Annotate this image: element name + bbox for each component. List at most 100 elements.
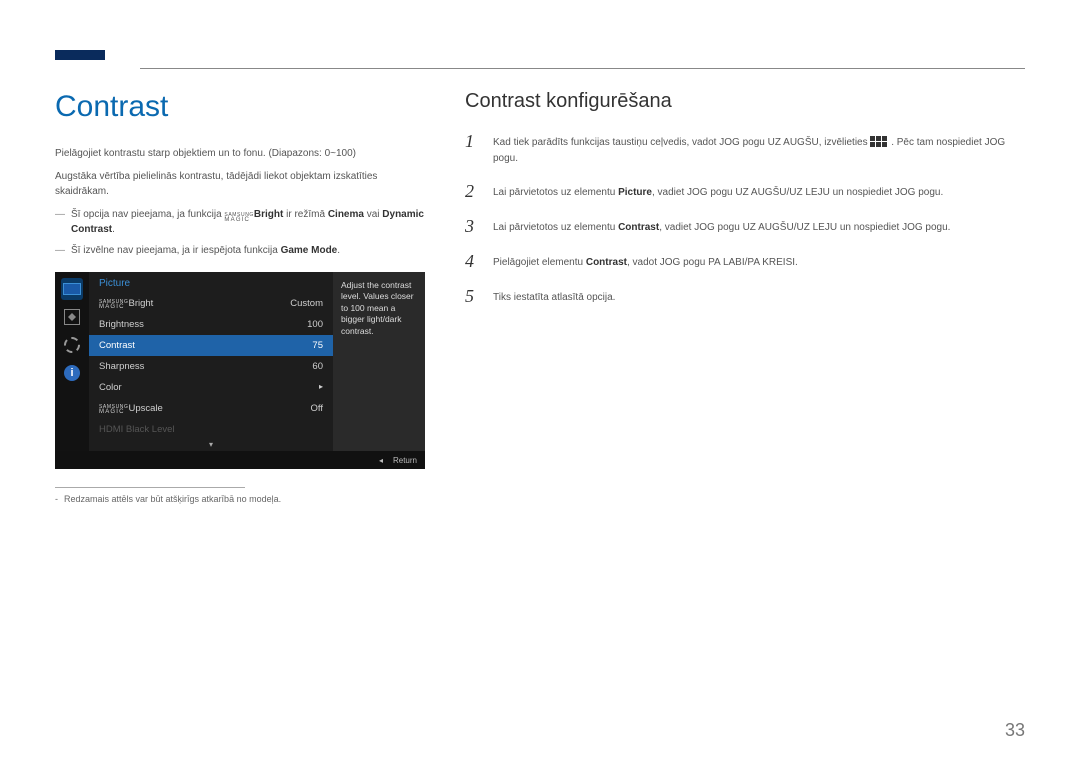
chevron-down-icon[interactable]: ▾ bbox=[89, 440, 333, 451]
sidebar-picture-icon[interactable] bbox=[61, 278, 83, 300]
accent-bar bbox=[55, 50, 105, 60]
row-label: Contrast bbox=[99, 340, 135, 351]
step-3-contrast: Contrast bbox=[618, 222, 659, 233]
note-2-end: . bbox=[337, 245, 340, 256]
step-4-a: Pielāgojiet elementu bbox=[493, 257, 586, 268]
osd-sidebar: i bbox=[55, 272, 89, 451]
step-1-a: Kad tiek parādīts funkcijas taustiņu ceļ… bbox=[493, 137, 870, 148]
row-label: Brightness bbox=[99, 319, 144, 330]
step-text: Lai pārvietotos uz elementu Contrast, va… bbox=[493, 216, 950, 237]
step-2: 2 Lai pārvietotos uz elementu Picture, v… bbox=[465, 181, 1025, 202]
nav-left-icon[interactable]: ◂ bbox=[379, 456, 383, 465]
step-text: Pielāgojiet elementu Contrast, vadot JOG… bbox=[493, 251, 798, 272]
step-2-a: Lai pārvietotos uz elementu bbox=[493, 187, 618, 198]
columns: Contrast Pielāgojiet kontrastu starp obj… bbox=[55, 90, 1025, 504]
step-number: 5 bbox=[465, 286, 477, 307]
note-dash: ― bbox=[55, 207, 65, 237]
row-label: SAMSUNGMAGICBright bbox=[99, 298, 153, 309]
row-label: Sharpness bbox=[99, 361, 144, 372]
chevron-right-icon: ▸ bbox=[319, 382, 323, 393]
note-1-or: vai bbox=[364, 209, 382, 220]
step-text: Lai pārvietotos uz elementu Picture, vad… bbox=[493, 181, 943, 202]
magic-bot: MAGIC bbox=[224, 217, 250, 223]
osd-help-panel: Adjust the contrast level. Values closer… bbox=[333, 272, 425, 451]
step-5: 5 Tiks iestatīta atlasītā opcija. bbox=[465, 286, 1025, 307]
row-label: SAMSUNGMAGICUpscale bbox=[99, 403, 163, 414]
step-4-b: , vadot JOG pogu PA LABI/PA KREISI. bbox=[627, 257, 798, 268]
osd-row-color[interactable]: Color ▸ bbox=[89, 377, 333, 398]
osd-row-contrast[interactable]: Contrast 75 bbox=[89, 335, 333, 356]
osd-main: Picture SAMSUNGMAGICBright Custom Bright… bbox=[89, 272, 333, 451]
sidebar-info-icon[interactable]: i bbox=[61, 362, 83, 384]
sidebar-settings-icon[interactable] bbox=[61, 334, 83, 356]
page: Contrast Pielāgojiet kontrastu starp obj… bbox=[0, 0, 1080, 763]
osd-screenshot: i Picture SAMSUNGMAGICBright Custom Brig… bbox=[55, 272, 425, 469]
note-2: ― Šī izvēlne nav pieejama, ja ir iespējo… bbox=[55, 243, 425, 258]
footnote-text: Redzamais attēls var būt atšķirīgs atkar… bbox=[64, 494, 281, 504]
row-value: 100 bbox=[307, 319, 323, 330]
step-number: 1 bbox=[465, 131, 477, 167]
menu-grid-icon bbox=[870, 136, 888, 148]
subsection-title: Contrast konfigurēšana bbox=[465, 90, 1025, 113]
step-2-b: , vadiet JOG pogu UZ AUGŠU/UZ LEJU un no… bbox=[652, 187, 943, 198]
step-text: Tiks iestatīta atlasītā opcija. bbox=[493, 286, 615, 307]
info-icon: i bbox=[64, 365, 80, 381]
osd-title: Picture bbox=[89, 272, 333, 293]
magic-bright-logo: SAMSUNGMAGIC bbox=[224, 214, 253, 222]
note-1-cinema: Cinema bbox=[328, 209, 364, 220]
osd-footer: ◂ Return bbox=[55, 451, 425, 469]
note-dash: ― bbox=[55, 243, 65, 258]
paragraph-effect: Augstāka vērtība pielielinās kontrastu, … bbox=[55, 169, 425, 199]
note-1-bright: Bright bbox=[254, 209, 283, 220]
magic-logo: SAMSUNGMAGIC bbox=[99, 301, 128, 309]
section-title: Contrast bbox=[55, 90, 425, 124]
return-label[interactable]: Return bbox=[393, 456, 417, 465]
step-text: Kad tiek parādīts funkcijas taustiņu ceļ… bbox=[493, 131, 1025, 167]
note-1-pre: Šī opcija nav pieejama, ja funkcija bbox=[71, 209, 224, 220]
row-label: Color bbox=[99, 382, 122, 393]
note-1-text: Šī opcija nav pieejama, ja funkcija SAMS… bbox=[71, 207, 425, 237]
step-number: 3 bbox=[465, 216, 477, 237]
note-2-pre: Šī izvēlne nav pieejama, ja ir iespējota… bbox=[71, 245, 281, 256]
step-4: 4 Pielāgojiet elementu Contrast, vadot J… bbox=[465, 251, 1025, 272]
osd-rows: SAMSUNGMAGICBright Custom Brightness100 … bbox=[89, 293, 333, 440]
right-column: Contrast konfigurēšana 1 Kad tiek parādī… bbox=[465, 90, 1025, 504]
note-2-gamemode: Game Mode bbox=[281, 245, 338, 256]
note-2-text: Šī izvēlne nav pieejama, ja ir iespējota… bbox=[71, 243, 340, 258]
osd-row-sharpness[interactable]: Sharpness 60 bbox=[89, 356, 333, 377]
step-3: 3 Lai pārvietotos uz elementu Contrast, … bbox=[465, 216, 1025, 237]
step-4-contrast: Contrast bbox=[586, 257, 627, 268]
osd-row-magicupscale[interactable]: SAMSUNGMAGICUpscale Off bbox=[89, 398, 333, 419]
osd-row-hdmi-black: HDMI Black Level bbox=[89, 419, 333, 440]
osd-row-magicbright[interactable]: SAMSUNGMAGICBright Custom bbox=[89, 293, 333, 314]
paragraph-range: Pielāgojiet kontrastu starp objektiem un… bbox=[55, 146, 425, 161]
step-number: 2 bbox=[465, 181, 477, 202]
box-icon bbox=[64, 309, 80, 325]
row-value: 75 bbox=[312, 340, 323, 351]
gear-icon bbox=[64, 337, 80, 353]
row-label: HDMI Black Level bbox=[99, 424, 175, 435]
note-1-end: . bbox=[112, 224, 115, 235]
step-number: 4 bbox=[465, 251, 477, 272]
footnote-dash: - bbox=[55, 494, 58, 504]
steps-list: 1 Kad tiek parādīts funkcijas taustiņu c… bbox=[465, 131, 1025, 307]
row-value: Off bbox=[311, 403, 324, 414]
row-value: Custom bbox=[290, 298, 323, 309]
footnote: - Redzamais attēls var būt atšķirīgs atk… bbox=[55, 494, 425, 504]
row-value: 60 bbox=[312, 361, 323, 372]
step-2-picture: Picture bbox=[618, 187, 652, 198]
sidebar-options-icon[interactable] bbox=[61, 306, 83, 328]
note-1: ― Šī opcija nav pieejama, ja funkcija SA… bbox=[55, 207, 425, 237]
left-column: Contrast Pielāgojiet kontrastu starp obj… bbox=[55, 90, 425, 504]
step-1: 1 Kad tiek parādīts funkcijas taustiņu c… bbox=[465, 131, 1025, 167]
step-3-a: Lai pārvietotos uz elementu bbox=[493, 222, 618, 233]
osd-row-brightness[interactable]: Brightness 100 bbox=[89, 314, 333, 335]
top-rule bbox=[140, 68, 1025, 69]
page-number: 33 bbox=[1005, 720, 1025, 741]
screen-icon bbox=[63, 283, 81, 295]
magic-logo: SAMSUNGMAGIC bbox=[99, 406, 128, 414]
step-3-b: , vadiet JOG pogu UZ AUGŠU/UZ LEJU un no… bbox=[659, 222, 950, 233]
footnote-rule bbox=[55, 487, 245, 488]
note-1-mid: ir režīmā bbox=[283, 209, 327, 220]
osd-body: i Picture SAMSUNGMAGICBright Custom Brig… bbox=[55, 272, 425, 451]
